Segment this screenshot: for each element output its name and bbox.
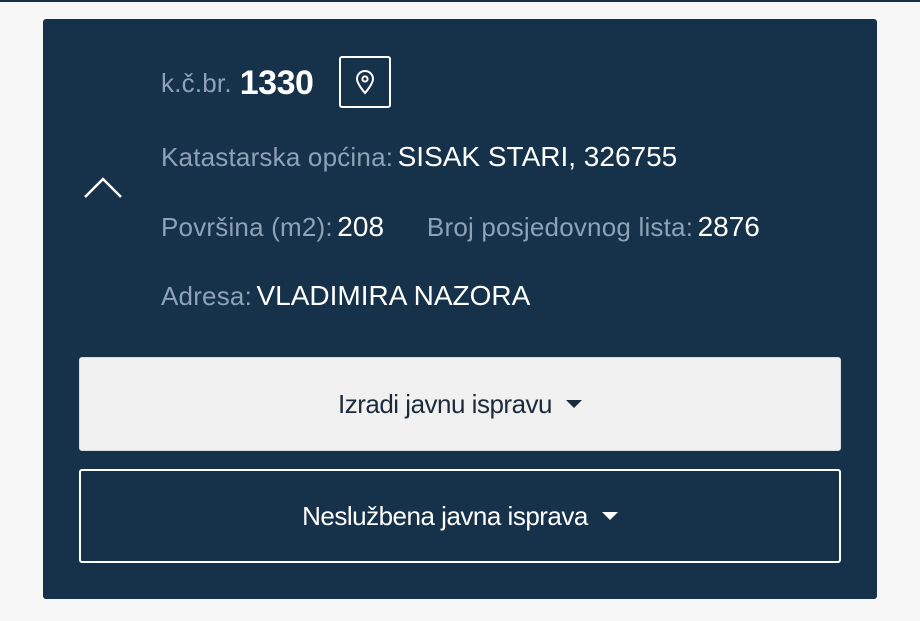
chevron-up-icon [84, 177, 122, 198]
unofficial-public-document-button[interactable]: Neslužbena javna isprava [79, 469, 841, 563]
location-button[interactable] [339, 56, 391, 108]
area-row: Površina (m2): 208 Broj posjedovnog list… [161, 211, 760, 243]
parcel-number: 1330 [239, 63, 314, 102]
top-border [0, 0, 920, 2]
caret-down-icon [566, 400, 582, 408]
map-pin-icon [355, 70, 375, 95]
address-value: VLADIMIRA NAZORA [256, 280, 531, 311]
cadastral-municipality-label: Katastarska općina: [161, 142, 394, 172]
create-public-document-label: Izradi javnu ispravu [338, 388, 553, 419]
caret-down-icon [601, 512, 618, 520]
area-label: Površina (m2): [161, 212, 333, 242]
area-value: 208 [337, 211, 385, 242]
cadastral-municipality-row: Katastarska općina: SISAK STARI, 326755 [161, 141, 677, 173]
unofficial-public-document-label: Neslužbena javna isprava [302, 500, 588, 531]
parcel-number-label: k.č.br. [161, 67, 232, 98]
create-public-document-button[interactable]: Izradi javnu ispravu [79, 357, 841, 451]
cadastral-municipality-value: SISAK STARI, 326755 [397, 141, 678, 172]
parcel-card: k.č.br. 1330 Katastarska općina: SISAK S… [43, 19, 877, 599]
address-row: Adresa: VLADIMIRA NAZORA [161, 280, 530, 312]
address-label: Adresa: [161, 281, 253, 311]
collapse-button[interactable] [81, 169, 125, 203]
possession-sheet-label: Broj posjedovnog lista: [426, 212, 694, 242]
possession-sheet-value: 2876 [697, 211, 760, 242]
parcel-number-row: k.č.br. 1330 [161, 61, 314, 105]
